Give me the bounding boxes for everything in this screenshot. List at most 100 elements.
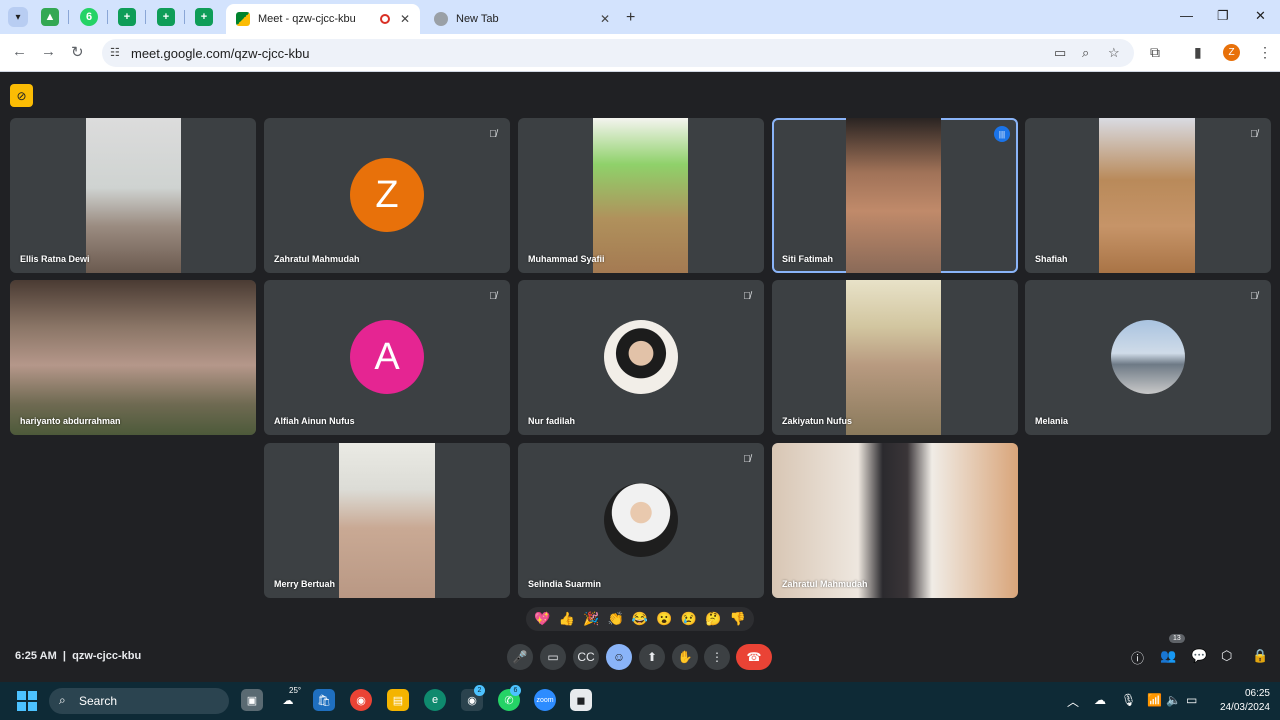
- reaction-laugh[interactable]: 😂: [632, 611, 648, 627]
- file-explorer-icon[interactable]: ▤: [387, 689, 409, 711]
- tab-strip: ▾ ▲ 6 + + + Meet - qzw-cjcc-kbu ✕ New Ta…: [0, 0, 1280, 34]
- taskbar-clock[interactable]: 06:25 24/03/2024: [1206, 687, 1270, 715]
- extensions-icon[interactable]: ⧉: [1150, 44, 1160, 61]
- minimize-icon[interactable]: —: [1180, 8, 1193, 23]
- app-icon[interactable]: ◼: [570, 689, 592, 711]
- more-options-button[interactable]: ⋮: [704, 644, 730, 670]
- participant-name: Selindia Suarmin: [528, 579, 602, 589]
- url-text[interactable]: meet.google.com/qzw-cjcc-kbu: [131, 46, 309, 61]
- reaction-thumbs-down[interactable]: 👎: [730, 611, 746, 627]
- participant-tile[interactable]: 🎙̸ Z Zahratul Mahmudah: [264, 118, 510, 273]
- participant-tile[interactable]: Zakiyatun Nufus: [772, 280, 1018, 435]
- camera-button[interactable]: ▭: [540, 644, 566, 670]
- task-view-icon[interactable]: ▣: [241, 689, 263, 711]
- pinned-tab-sheets-2[interactable]: +: [157, 8, 175, 26]
- reaction-thumbs-up[interactable]: 👍: [559, 611, 575, 627]
- tab-search-button[interactable]: ▾: [8, 7, 28, 27]
- back-icon[interactable]: ←: [12, 43, 27, 60]
- avatar: A: [350, 320, 424, 394]
- avatar-photo: [1111, 320, 1185, 394]
- participant-tile[interactable]: 🎙̸ Melania: [1025, 280, 1271, 435]
- mic-off-icon: 🎙̸: [743, 453, 751, 465]
- participant-name: Melania: [1035, 416, 1069, 426]
- reactions-button[interactable]: ☺: [606, 644, 632, 670]
- participant-tile[interactable]: hariyanto abdurrahman: [10, 280, 256, 435]
- reaction-thinking[interactable]: 🤔: [705, 611, 721, 627]
- reaction-party[interactable]: 🎉: [583, 611, 599, 627]
- participant-tile[interactable]: 🎙̸ Selindia Suarmin: [518, 443, 764, 598]
- participant-video: [1099, 118, 1195, 273]
- participant-tile[interactable]: 🎙̸ A Alfiah Ainun Nufus: [264, 280, 510, 435]
- participant-video: [846, 280, 941, 435]
- show-hidden-icons[interactable]: ︿: [1067, 693, 1079, 710]
- edge-icon[interactable]: e: [424, 689, 446, 711]
- separator: |: [62, 650, 66, 662]
- microphone-tray-icon[interactable]: 🎙: [1121, 693, 1136, 707]
- store-icon[interactable]: 🛍: [313, 689, 335, 711]
- volume-icon[interactable]: 🔈: [1166, 693, 1181, 707]
- reaction-clap[interactable]: 👏: [607, 611, 623, 627]
- host-controls-icon[interactable]: 🔒: [1252, 648, 1268, 664]
- chrome-icon[interactable]: ◉: [350, 689, 372, 711]
- participant-tile-speaking[interactable]: ||| Siti Fatimah: [772, 118, 1018, 273]
- tab-meet[interactable]: Meet - qzw-cjcc-kbu ✕: [226, 4, 420, 34]
- address-bar[interactable]: ☷ meet.google.com/qzw-cjcc-kbu ▭ ⌕ ☆: [102, 39, 1134, 67]
- pinned-tab-sheets-1[interactable]: +: [118, 8, 136, 26]
- battery-icon[interactable]: ▭: [1186, 693, 1197, 707]
- wifi-icon[interactable]: 📶: [1147, 693, 1162, 707]
- onedrive-icon[interactable]: ☁: [1094, 693, 1106, 707]
- zoom-icon[interactable]: ⌕: [1082, 45, 1089, 61]
- browser-toolbar: ← → ↻ ☷ meet.google.com/qzw-cjcc-kbu ▭ ⌕…: [0, 34, 1280, 72]
- close-tab-icon[interactable]: ✕: [400, 12, 410, 26]
- participant-tile[interactable]: 🎙̸ Nur fadilah: [518, 280, 764, 435]
- leave-call-button[interactable]: ☎: [736, 644, 772, 670]
- search-icon: ⌕: [59, 693, 66, 707]
- people-count-badge: 13: [1169, 634, 1185, 643]
- meeting-time: 6:25 AM: [15, 650, 57, 662]
- participant-tile[interactable]: Muhammad Syafii: [518, 118, 764, 273]
- site-info-icon[interactable]: ☷: [110, 46, 120, 59]
- reaction-sad[interactable]: 😢: [681, 611, 697, 627]
- chat-icon[interactable]: 💬: [1191, 648, 1207, 664]
- menu-kebab-icon[interactable]: ⋮: [1258, 44, 1272, 61]
- camera-in-use-icon[interactable]: ▭: [1054, 45, 1066, 61]
- close-window-icon[interactable]: ✕: [1255, 8, 1266, 24]
- captions-button[interactable]: CC: [573, 644, 599, 670]
- side-panel-icon[interactable]: ▮: [1194, 44, 1202, 61]
- tab-new-tab[interactable]: New Tab ✕: [424, 4, 620, 34]
- profile-avatar[interactable]: Z: [1223, 44, 1240, 61]
- meeting-info-icon[interactable]: ⓘ: [1131, 648, 1144, 667]
- whatsapp-badge: 6: [510, 685, 521, 696]
- close-tab-icon[interactable]: ✕: [600, 12, 610, 26]
- pinned-tab-whatsapp[interactable]: 6: [80, 8, 98, 26]
- avatar-photo: [604, 483, 678, 557]
- windows-taskbar: ⌕ Search ▣ ☁ 25° 🛍 ◉ ▤ e ◉ 2 ✆ 6 zoom ◼ …: [0, 682, 1280, 720]
- bookmark-star-icon[interactable]: ☆: [1108, 45, 1120, 61]
- pinned-tab-drive[interactable]: ▲: [41, 8, 59, 26]
- reaction-surprised[interactable]: 😮: [656, 611, 672, 627]
- present-button[interactable]: ⬆: [639, 644, 665, 670]
- participant-tile[interactable]: 🎙̸ Shafiah: [1025, 118, 1271, 273]
- meet-favicon: [236, 12, 250, 26]
- activities-icon[interactable]: ⬡: [1221, 648, 1232, 664]
- new-tab-button[interactable]: +: [626, 9, 635, 27]
- avatar-initial: Z: [375, 173, 399, 216]
- reload-icon[interactable]: ↻: [71, 43, 84, 61]
- participant-tile[interactable]: Merry Bertuah: [264, 443, 510, 598]
- mic-button[interactable]: 🎤: [507, 644, 533, 670]
- pinned-tab-sheets-3[interactable]: +: [195, 8, 213, 26]
- participant-tile[interactable]: Zahratul Mahmudah: [772, 443, 1018, 598]
- raise-hand-button[interactable]: ✋: [672, 644, 698, 670]
- reaction-heart[interactable]: 💖: [534, 611, 550, 627]
- people-icon[interactable]: 👥: [1160, 648, 1176, 664]
- meeting-details: 6:25 AM | qzw-cjcc-kbu: [15, 650, 141, 662]
- start-button[interactable]: [17, 691, 37, 711]
- maximize-icon[interactable]: ❐: [1217, 8, 1229, 24]
- forward-icon[interactable]: →: [41, 43, 56, 60]
- camera-off-notice-icon[interactable]: ⊘: [10, 84, 33, 107]
- zoom-icon[interactable]: zoom: [534, 689, 556, 711]
- participant-tile[interactable]: Ellis Ratna Dewi: [10, 118, 256, 273]
- mic-off-icon: 🎙̸: [1250, 290, 1258, 302]
- search-label: Search: [79, 694, 118, 708]
- taskbar-search[interactable]: ⌕ Search: [49, 688, 229, 714]
